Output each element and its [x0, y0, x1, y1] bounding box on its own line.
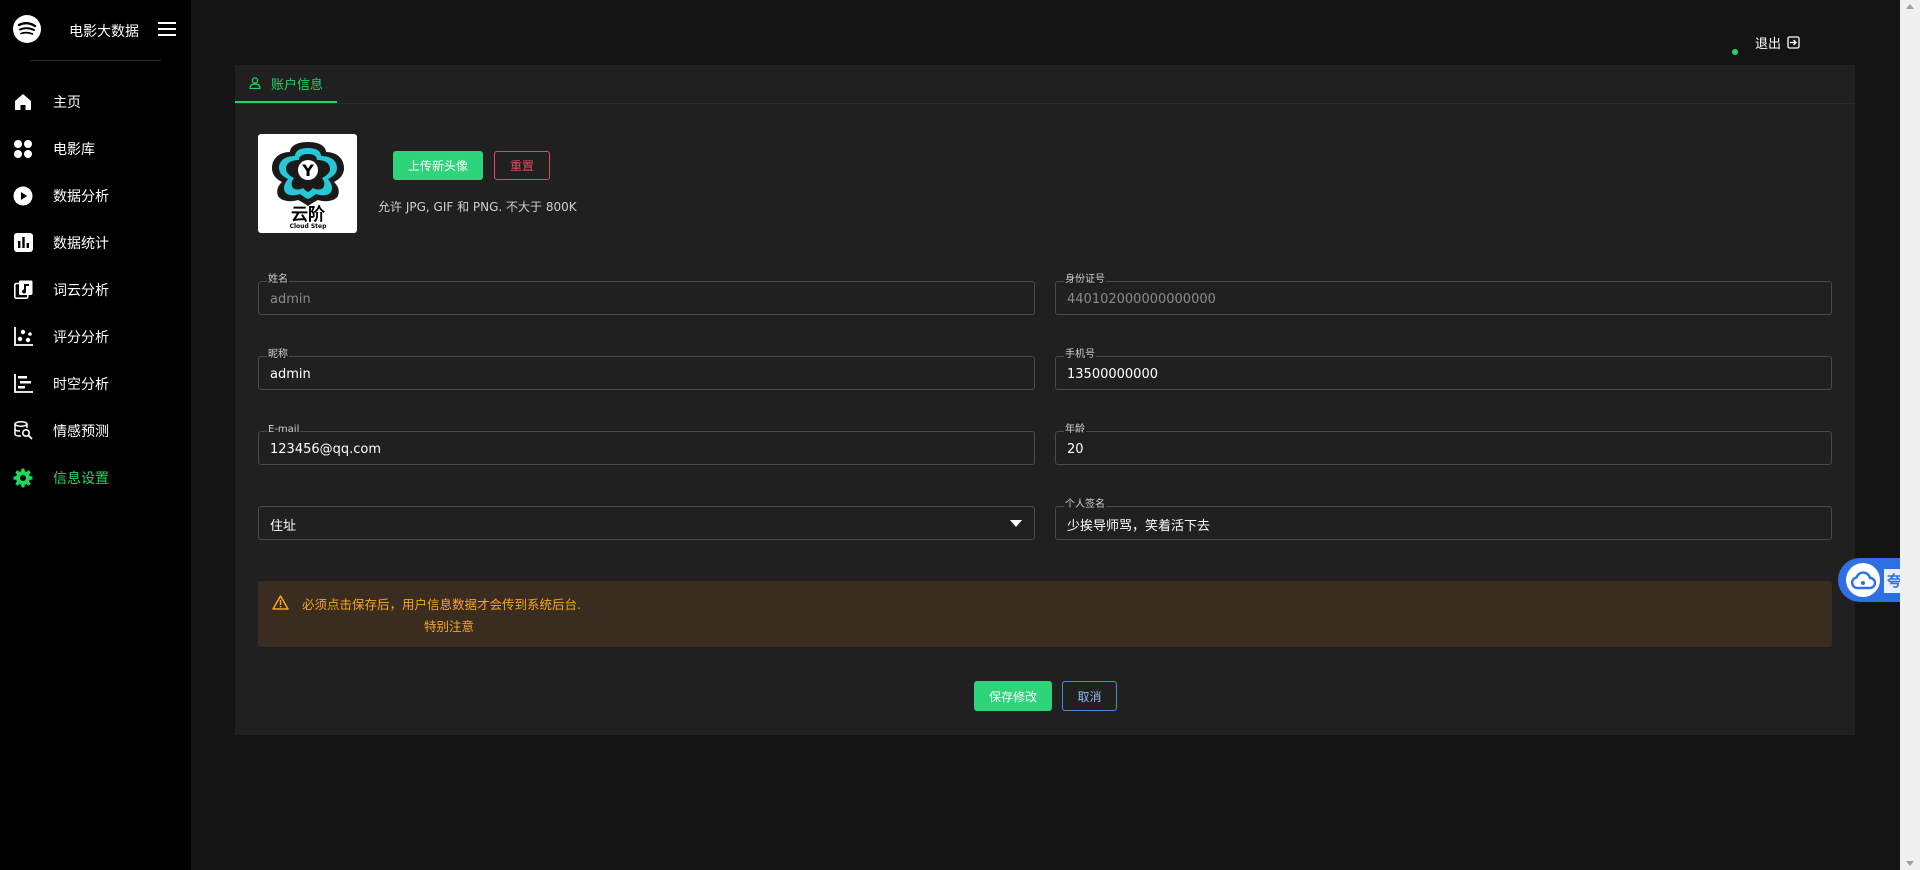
sidebar-item-label: 评分分析	[53, 329, 109, 346]
sidebar-item-data-analysis[interactable]: 数据分析	[0, 172, 191, 219]
gear-icon	[12, 467, 34, 489]
age-field: 年龄	[1055, 424, 1832, 466]
avatar: Y 云阶 Cloud Step	[258, 134, 357, 233]
svg-text:Y: Y	[301, 161, 314, 180]
reset-avatar-button[interactable]: 重置	[494, 151, 550, 180]
sidebar-item-label: 词云分析	[53, 282, 109, 299]
cloud-icon	[1846, 563, 1880, 597]
scatter-icon	[12, 326, 34, 348]
sidebar-item-spatiotemporal[interactable]: 时空分析	[0, 360, 191, 407]
grid-icon	[12, 138, 34, 160]
brand: 电影大数据	[0, 0, 191, 60]
phone-field: 手机号	[1055, 349, 1832, 391]
upload-avatar-button[interactable]: 上传新头像	[393, 151, 483, 180]
tab-account-info[interactable]: 账户信息	[235, 65, 338, 103]
email-field: E-mail	[258, 424, 1035, 466]
tab-label: 账户信息	[271, 77, 324, 93]
sidebar-item-label: 电影库	[53, 141, 95, 158]
phone-input[interactable]	[1065, 357, 1809, 391]
play-circle-icon	[12, 185, 34, 207]
scroll-down-icon[interactable]	[1906, 861, 1914, 866]
logout-label: 退出	[1755, 37, 1782, 52]
search-data-icon	[12, 420, 34, 442]
name-field: 姓名	[258, 274, 1035, 316]
warning-text: 必须点击保存后，用户信息数据才会传到系统后台.	[302, 597, 581, 612]
name-input[interactable]	[268, 282, 1012, 316]
logout-icon	[1787, 36, 1800, 49]
signature-input[interactable]	[1065, 507, 1809, 541]
upload-hint: 允许 JPG, GIF 和 PNG. 不大于 800K	[378, 200, 577, 214]
sidebar-item-label: 主页	[53, 94, 81, 111]
chevron-down-icon	[1010, 520, 1022, 527]
sidebar-item-label: 信息设置	[53, 470, 109, 487]
svg-text:Cloud Step: Cloud Step	[289, 223, 326, 230]
sidebar-item-movie-library[interactable]: 电影库	[0, 125, 191, 172]
sidebar-item-label: 情感预测	[53, 423, 109, 440]
floating-assistant-widget[interactable]: 夸	[1838, 558, 1905, 602]
page-scrollbar[interactable]	[1900, 0, 1920, 870]
sidebar-nav: 主页 电影库 数据分析 数据统计 词云分析 评分分析 时空分析 情感预测 信息设…	[0, 78, 191, 501]
logo-icon	[13, 15, 41, 43]
save-button[interactable]: 保存修改	[974, 681, 1052, 711]
home-icon	[12, 91, 34, 113]
id-card-field: 身份证号	[1055, 274, 1832, 316]
logout-button[interactable]: 退出	[1755, 33, 1800, 52]
sidebar-item-rating[interactable]: 评分分析	[0, 313, 191, 360]
sidebar-item-label: 数据统计	[53, 235, 109, 252]
warning-icon	[272, 595, 289, 610]
sidebar-item-sentiment[interactable]: 情感预测	[0, 407, 191, 454]
age-input[interactable]	[1065, 432, 1809, 466]
sidebar-item-label: 时空分析	[53, 376, 109, 393]
sidebar-item-data-stats[interactable]: 数据统计	[0, 219, 191, 266]
divider	[235, 103, 1855, 104]
sidebar: 电影大数据 主页 电影库 数据分析 数据统计 词云分析 评分分析 时空分析 情感…	[0, 0, 191, 870]
signature-field: 个人签名	[1055, 499, 1832, 541]
account-card: 账户信息 Y 云阶 Cloud Step 上传新头像 重置 允许 JPG, GI…	[235, 65, 1855, 735]
sidebar-item-settings[interactable]: 信息设置	[0, 454, 191, 501]
email-input[interactable]	[268, 432, 1012, 466]
sidebar-item-wordcloud[interactable]: 词云分析	[0, 266, 191, 313]
address-select-value	[268, 507, 1012, 541]
cloud-step-logo-icon: Y 云阶 Cloud Step	[271, 141, 344, 230]
cancel-button[interactable]: 取消	[1062, 681, 1117, 711]
sidebar-item-home[interactable]: 主页	[0, 78, 191, 125]
online-status-dot	[1732, 49, 1738, 55]
app-title: 电影大数据	[69, 24, 139, 40]
timeline-icon	[12, 373, 34, 395]
user-icon	[249, 77, 261, 89]
warning-note: 特别注意	[424, 619, 475, 634]
warning-alert: 必须点击保存后，用户信息数据才会传到系统后台. 特别注意	[258, 581, 1832, 647]
sidebar-item-label: 数据分析	[53, 188, 109, 205]
scroll-up-icon[interactable]	[1906, 4, 1914, 9]
book-icon	[12, 279, 34, 301]
id-card-input[interactable]	[1065, 282, 1809, 316]
nickname-field: 昵称	[258, 349, 1035, 391]
bar-chart-icon	[12, 232, 34, 254]
divider	[30, 60, 161, 61]
svg-text:云阶: 云阶	[291, 204, 326, 225]
menu-toggle-icon[interactable]	[158, 22, 176, 38]
address-select[interactable]	[258, 506, 1035, 541]
nickname-input[interactable]	[268, 357, 1012, 391]
